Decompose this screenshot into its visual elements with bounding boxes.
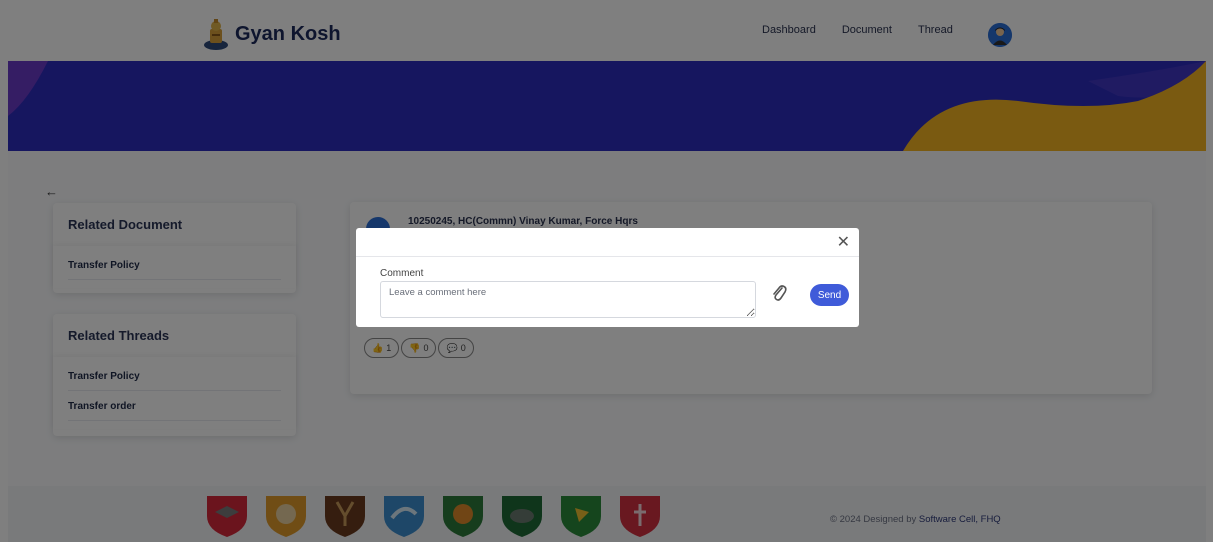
close-icon[interactable]: ✕ (837, 235, 850, 251)
paperclip-icon[interactable] (771, 284, 787, 302)
comment-label: Comment (380, 268, 424, 279)
comment-modal: ✕ Comment Send (356, 228, 859, 327)
comment-input[interactable] (380, 281, 756, 318)
send-button[interactable]: Send (810, 284, 849, 306)
modal-divider (356, 256, 859, 257)
